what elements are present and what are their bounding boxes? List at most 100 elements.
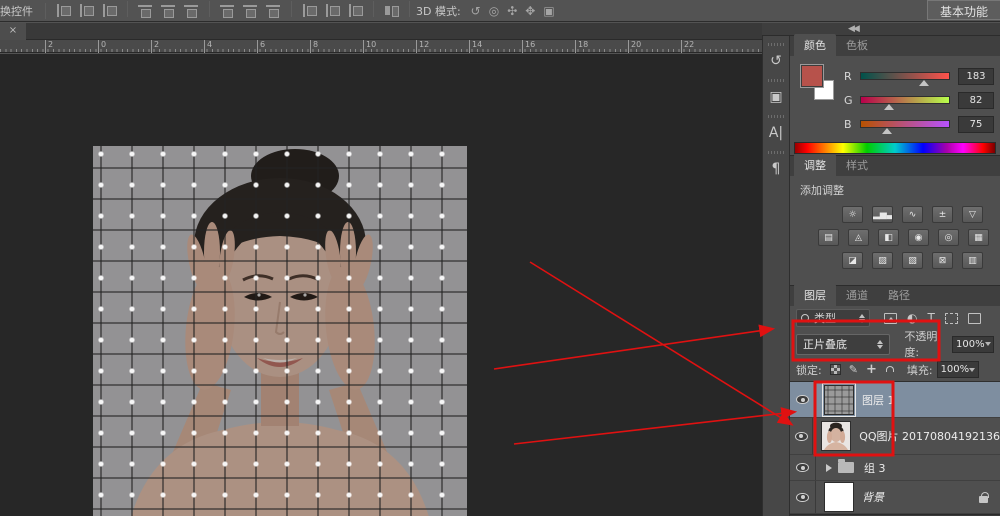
photo-filter-icon[interactable]: ◉ bbox=[908, 229, 929, 246]
fill-value[interactable]: 100% bbox=[937, 361, 979, 378]
3d-roll-icon[interactable]: ◎ bbox=[489, 4, 499, 18]
auto-align-icon[interactable] bbox=[384, 4, 399, 17]
layer-name[interactable]: 组 3 bbox=[864, 460, 886, 476]
ruler-label: 0 bbox=[98, 40, 106, 53]
channel-value-input[interactable]: 75 bbox=[958, 116, 994, 133]
foreground-color-swatch[interactable] bbox=[800, 64, 824, 88]
align-left-icon[interactable] bbox=[56, 4, 71, 17]
channel-label: G bbox=[844, 94, 860, 107]
distribute-right-icon[interactable] bbox=[348, 4, 363, 17]
channel-mixer-icon[interactable]: ◎ bbox=[938, 229, 959, 246]
distribute-h-center-icon[interactable] bbox=[325, 4, 340, 17]
layer-row[interactable]: 图层 1 bbox=[790, 382, 1000, 418]
selective-color-icon[interactable]: ⊠ bbox=[932, 252, 953, 269]
invert-icon[interactable]: ◪ bbox=[842, 252, 863, 269]
paragraph-panel-icon[interactable]: ¶ bbox=[765, 158, 787, 180]
layer-row[interactable]: 组 3 bbox=[790, 455, 1000, 481]
panel-tab[interactable]: 颜色 bbox=[794, 34, 836, 56]
3d-camera-icon[interactable]: ▣ bbox=[543, 4, 554, 18]
exposure-icon[interactable]: ± bbox=[932, 206, 953, 223]
panel-tab[interactable]: 图层 bbox=[794, 284, 836, 306]
document-tab-close-icon[interactable]: × bbox=[0, 23, 26, 40]
color-spectrum-ramp[interactable] bbox=[794, 142, 996, 154]
gradient-map-icon[interactable]: ▥ bbox=[962, 252, 983, 269]
properties-panel-icon[interactable]: ▣ bbox=[765, 86, 787, 108]
curves-icon[interactable]: ∿ bbox=[902, 206, 923, 223]
channel-slider[interactable] bbox=[860, 120, 950, 128]
align-h-center-icon[interactable] bbox=[79, 4, 94, 17]
layer-name[interactable]: QQ图片 20170804192136 bbox=[859, 428, 1000, 444]
3d-rotate-icon[interactable]: ↺ bbox=[471, 4, 481, 18]
color-panel-tabs: 颜色色板 bbox=[790, 36, 1000, 56]
channel-label: B bbox=[844, 118, 860, 131]
threshold-icon[interactable]: ▧ bbox=[902, 252, 923, 269]
slider-thumb[interactable] bbox=[882, 128, 892, 134]
character-panel-icon[interactable]: A| bbox=[765, 122, 787, 144]
visibility-eye-icon[interactable] bbox=[796, 463, 809, 472]
align-bottom-icon[interactable] bbox=[184, 4, 199, 17]
rgb-sliders: R183 G 82 B 75 bbox=[844, 64, 994, 136]
visibility-eye-icon[interactable] bbox=[796, 395, 809, 404]
channel-slider[interactable] bbox=[860, 96, 950, 104]
visibility-eye-icon[interactable] bbox=[796, 493, 809, 502]
distribute-top-icon[interactable] bbox=[220, 4, 235, 17]
layer-row[interactable]: QQ图片 20170804192136 bbox=[790, 418, 1000, 455]
levels-icon[interactable]: ▂▅▃ bbox=[872, 206, 893, 223]
visibility-eye-icon[interactable] bbox=[795, 432, 808, 441]
channel-value-input[interactable]: 82 bbox=[958, 92, 994, 109]
opacity-value[interactable]: 100% bbox=[952, 336, 994, 353]
panel-grip bbox=[768, 79, 784, 82]
3d-pan-icon[interactable]: ✣ bbox=[507, 4, 517, 18]
layer-thumbnail[interactable] bbox=[821, 421, 851, 451]
align-top-icon[interactable] bbox=[138, 4, 153, 17]
panel-tab[interactable]: 通道 bbox=[836, 284, 878, 306]
layer-thumbnail[interactable] bbox=[824, 482, 854, 512]
channel-row: G 82 bbox=[844, 88, 994, 112]
align-v-center-icon[interactable] bbox=[161, 4, 176, 17]
panel-tab[interactable]: 色板 bbox=[836, 34, 878, 56]
blend-mode-dropdown[interactable]: 正片叠底 bbox=[796, 334, 890, 355]
distribute-v-center-icon[interactable] bbox=[243, 4, 258, 17]
posterize-icon[interactable]: ▨ bbox=[872, 252, 893, 269]
lock-pixels-brush-icon[interactable]: ✎ bbox=[849, 363, 858, 376]
expand-triangle-icon[interactable] bbox=[826, 464, 832, 472]
layer-filter-dropdown[interactable]: 类型 bbox=[796, 309, 870, 327]
panel-tab[interactable]: 样式 bbox=[836, 154, 878, 176]
black-white-icon[interactable]: ◧ bbox=[878, 229, 899, 246]
panel-tab[interactable]: 调整 bbox=[794, 154, 836, 176]
lock-position-icon[interactable]: + bbox=[866, 362, 877, 377]
distribute-bottom-icon[interactable] bbox=[266, 4, 281, 17]
photo-image bbox=[93, 146, 467, 516]
layer-thumbnail[interactable] bbox=[824, 385, 854, 415]
color-lookup-icon[interactable]: ▦ bbox=[968, 229, 989, 246]
canvas[interactable] bbox=[0, 54, 762, 516]
channel-value-input[interactable]: 183 bbox=[958, 68, 994, 85]
filter-smart-object-icon[interactable] bbox=[968, 313, 981, 324]
filter-type-layers-icon[interactable]: T bbox=[927, 311, 934, 325]
lock-transparency-icon[interactable] bbox=[830, 364, 841, 375]
workspace-switcher-button[interactable]: 基本功能 bbox=[927, 0, 1000, 20]
filter-shape-layers-icon[interactable] bbox=[945, 313, 958, 324]
channel-slider[interactable] bbox=[860, 72, 950, 80]
color-balance-icon[interactable]: ◬ bbox=[848, 229, 869, 246]
history-panel-icon[interactable]: ↺ bbox=[765, 50, 787, 72]
panel-tab[interactable]: 路径 bbox=[878, 284, 920, 306]
hue-saturation-icon[interactable]: ▤ bbox=[818, 229, 839, 246]
slider-thumb[interactable] bbox=[884, 104, 894, 110]
collapse-panels-icon[interactable]: ◀◀ bbox=[848, 24, 858, 34]
chevron-down-icon bbox=[969, 368, 975, 372]
filter-pixel-layers-icon[interactable] bbox=[884, 313, 897, 324]
ruler-label: 16 bbox=[522, 40, 535, 53]
layer-name[interactable]: 背景 bbox=[862, 489, 884, 505]
distribute-left-icon[interactable] bbox=[302, 4, 317, 17]
align-right-icon[interactable] bbox=[102, 4, 117, 17]
filter-adjustment-layers-icon[interactable]: ◐ bbox=[907, 311, 917, 325]
vibrance-icon[interactable]: ▽ bbox=[962, 206, 983, 223]
layer-name[interactable]: 图层 1 bbox=[862, 392, 895, 408]
slider-thumb[interactable] bbox=[919, 80, 929, 86]
3d-slide-icon[interactable]: ✥ bbox=[525, 4, 535, 18]
3d-mode-label: 3D 模式: bbox=[416, 3, 461, 19]
layer-row[interactable]: 背景 bbox=[790, 481, 1000, 514]
brightness-contrast-icon[interactable]: ☼ bbox=[842, 206, 863, 223]
channel-row: R183 bbox=[844, 64, 994, 88]
